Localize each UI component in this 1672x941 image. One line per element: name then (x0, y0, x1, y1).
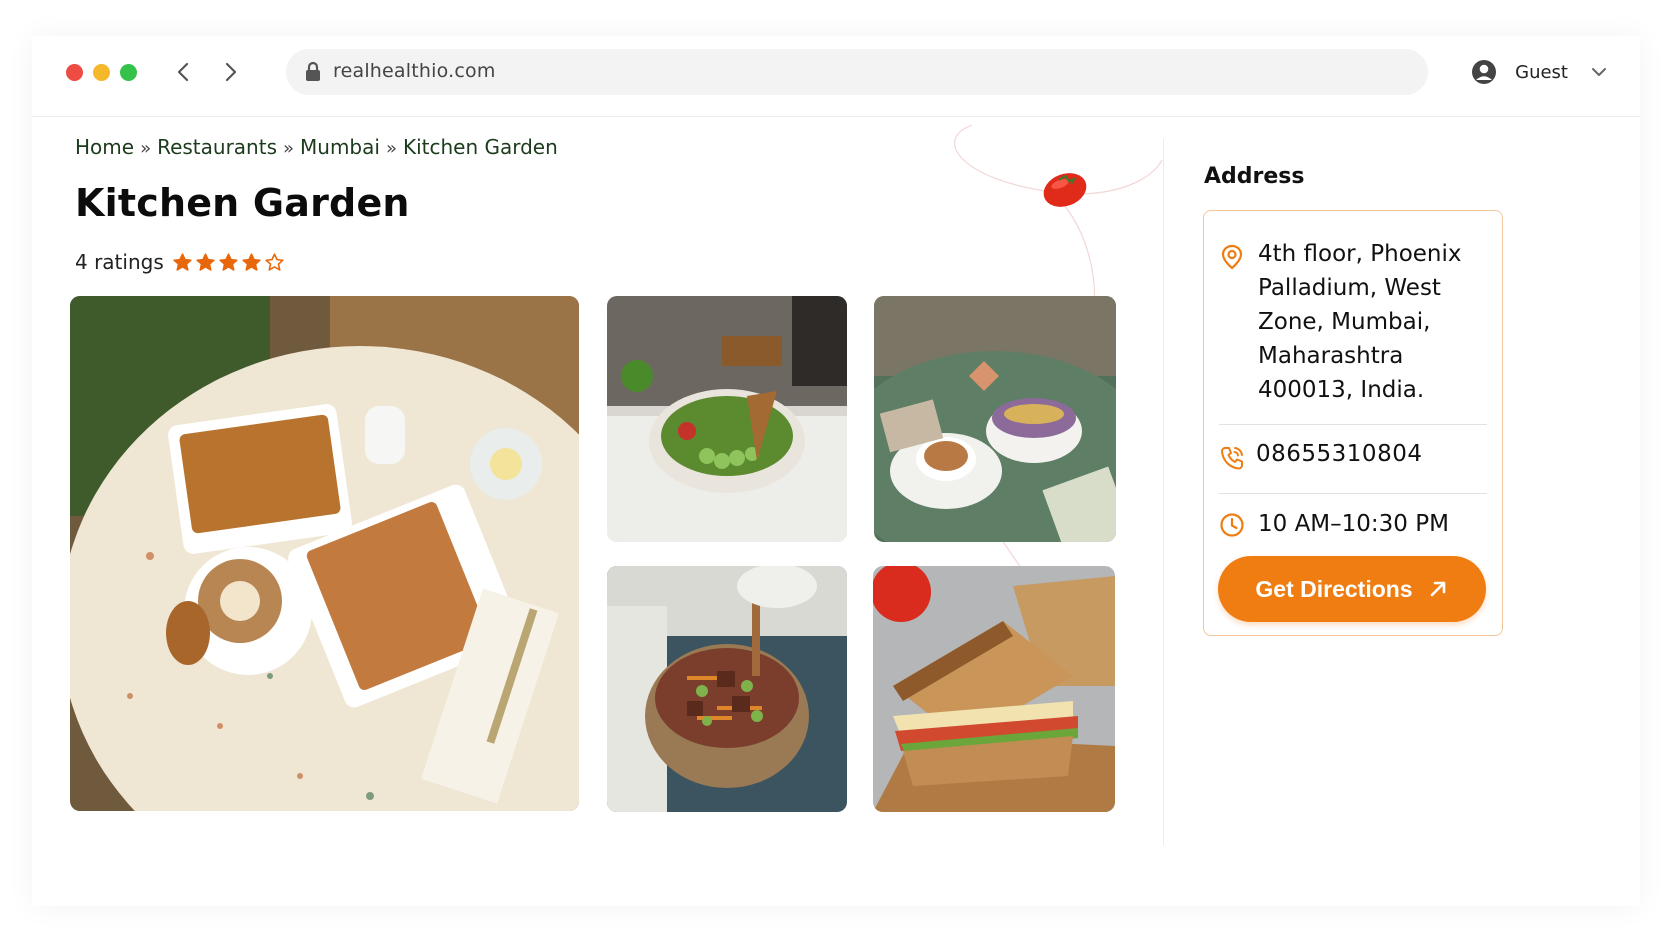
address-bar[interactable]: realhealthio.com (286, 49, 1428, 95)
chevron-down-icon (1592, 68, 1606, 76)
ratings-summary: 4 ratings (75, 250, 287, 274)
address-heading: Address (1204, 164, 1305, 189)
chevron-right-icon (225, 62, 237, 82)
phone-icon (1221, 447, 1243, 470)
photo-salad-bowl[interactable] (607, 296, 847, 542)
star-empty-icon (265, 252, 284, 271)
user-circle-icon (1472, 60, 1497, 84)
star-filled-icon (196, 252, 215, 271)
breadcrumb-current: Kitchen Garden (402, 135, 558, 159)
photo-waffles-coffee[interactable] (70, 296, 579, 811)
card-divider (1219, 424, 1487, 425)
close-window-button[interactable] (66, 64, 83, 81)
breadcrumb-separator: » (283, 138, 295, 159)
address-card: 4th floor, Phoenix Palladium, West Zone,… (1203, 210, 1503, 636)
ratings-count: 4 ratings (75, 250, 164, 274)
restaurant-title: Kitchen Garden (75, 181, 410, 225)
star-filled-icon (219, 252, 238, 271)
phone-number[interactable]: 08655310804 (1256, 441, 1422, 467)
photo-latte-smoothie-bowl[interactable] (874, 296, 1116, 542)
minimize-window-button[interactable] (93, 64, 110, 81)
photo-tofu-noodle-bowl[interactable] (607, 566, 847, 812)
map-pin-icon (1221, 244, 1243, 270)
card-divider (1219, 493, 1487, 494)
maximize-window-button[interactable] (120, 64, 137, 81)
lock-icon (306, 61, 320, 81)
back-button[interactable] (169, 57, 199, 87)
forward-button[interactable] (215, 57, 245, 87)
chevron-left-icon (177, 62, 189, 82)
clock-icon (1220, 513, 1244, 537)
user-menu[interactable]: Guest (1471, 53, 1608, 91)
address-text: 4th floor, Phoenix Palladium, West Zone,… (1258, 241, 1462, 403)
get-directions-label: Get Directions (1255, 575, 1413, 602)
star-filled-icon (242, 252, 261, 271)
breadcrumb-separator: » (385, 138, 397, 159)
browser-window: realhealthio.com Guest Home» Restaurants»… (32, 36, 1640, 906)
star-rating (172, 252, 287, 273)
breadcrumb-city[interactable]: Mumbai (300, 135, 380, 159)
user-name: Guest (1515, 61, 1568, 83)
breadcrumb-separator: » (140, 138, 152, 159)
url-text: realhealthio.com (333, 60, 496, 82)
arrow-up-right-icon (1430, 581, 1445, 597)
breadcrumb-restaurants[interactable]: Restaurants (157, 135, 277, 159)
breadcrumb-home[interactable]: Home (75, 135, 134, 159)
opening-hours: 10 AM–10:30 PM (1258, 511, 1449, 537)
breadcrumb: Home» Restaurants» Mumbai» Kitchen Garden (75, 135, 558, 159)
get-directions-button[interactable]: Get Directions (1218, 556, 1486, 622)
browser-toolbar: realhealthio.com Guest (32, 36, 1640, 117)
star-filled-icon (173, 252, 192, 271)
photo-sandwich[interactable] (873, 566, 1115, 812)
content-divider (1163, 139, 1164, 845)
